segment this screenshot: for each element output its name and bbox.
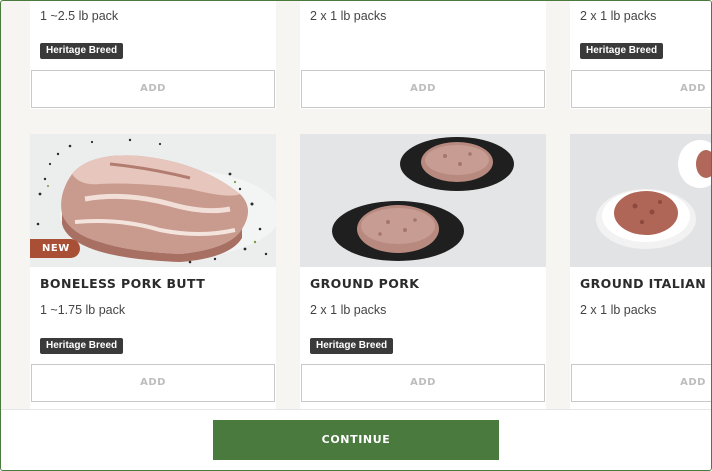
pack-size: 2 x 1 lb packs [310,9,387,23]
pack-size: 1 ~2.5 lb pack [40,9,119,23]
footer-bar: CONTINUE [1,409,711,470]
product-card: 2 x 1 lb packs ADD [300,1,546,109]
product-card: 2 x 1 lb packs Heritage Breed ADD [570,1,711,109]
add-button[interactable]: ADD [301,70,545,108]
add-button[interactable]: ADD [31,70,275,108]
product-image[interactable] [570,134,711,267]
product-card: 1 ~2.5 lb pack Heritage Breed ADD [30,1,276,109]
new-tag: NEW [30,239,80,258]
product-image[interactable] [300,134,546,267]
heritage-breed-badge: Heritage Breed [40,338,124,354]
pack-size: 2 x 1 lb packs [580,9,657,23]
product-grid: 1 ~2.5 lb pack Heritage Breed ADD 2 x 1 … [1,1,711,409]
product-image[interactable]: NEW [30,134,276,267]
pack-size: 2 x 1 lb packs [580,303,657,317]
heritage-breed-badge: Heritage Breed [580,43,664,59]
pack-size: 2 x 1 lb packs [310,303,387,317]
product-title[interactable]: GROUND PORK [310,276,419,291]
heritage-breed-badge: Heritage Breed [40,43,124,59]
product-card: GROUND ITALIAN PO 2 x 1 lb packs ADD [570,134,711,409]
continue-button[interactable]: CONTINUE [213,420,499,460]
product-title[interactable]: BONELESS PORK BUTT [40,276,205,291]
product-card: NEW BONELESS PORK BUTT 1 ~1.75 lb pack H… [30,134,276,409]
product-title[interactable]: GROUND ITALIAN PO [580,276,711,291]
pack-size: 1 ~1.75 lb pack [40,303,126,317]
app-frame: 1 ~2.5 lb pack Heritage Breed ADD 2 x 1 … [0,0,712,471]
add-button[interactable]: ADD [31,364,275,402]
add-button[interactable]: ADD [571,364,711,402]
heritage-breed-badge: Heritage Breed [310,338,394,354]
add-button[interactable]: ADD [301,364,545,402]
product-card: GROUND PORK 2 x 1 lb packs Heritage Bree… [300,134,546,409]
add-button[interactable]: ADD [571,70,711,108]
